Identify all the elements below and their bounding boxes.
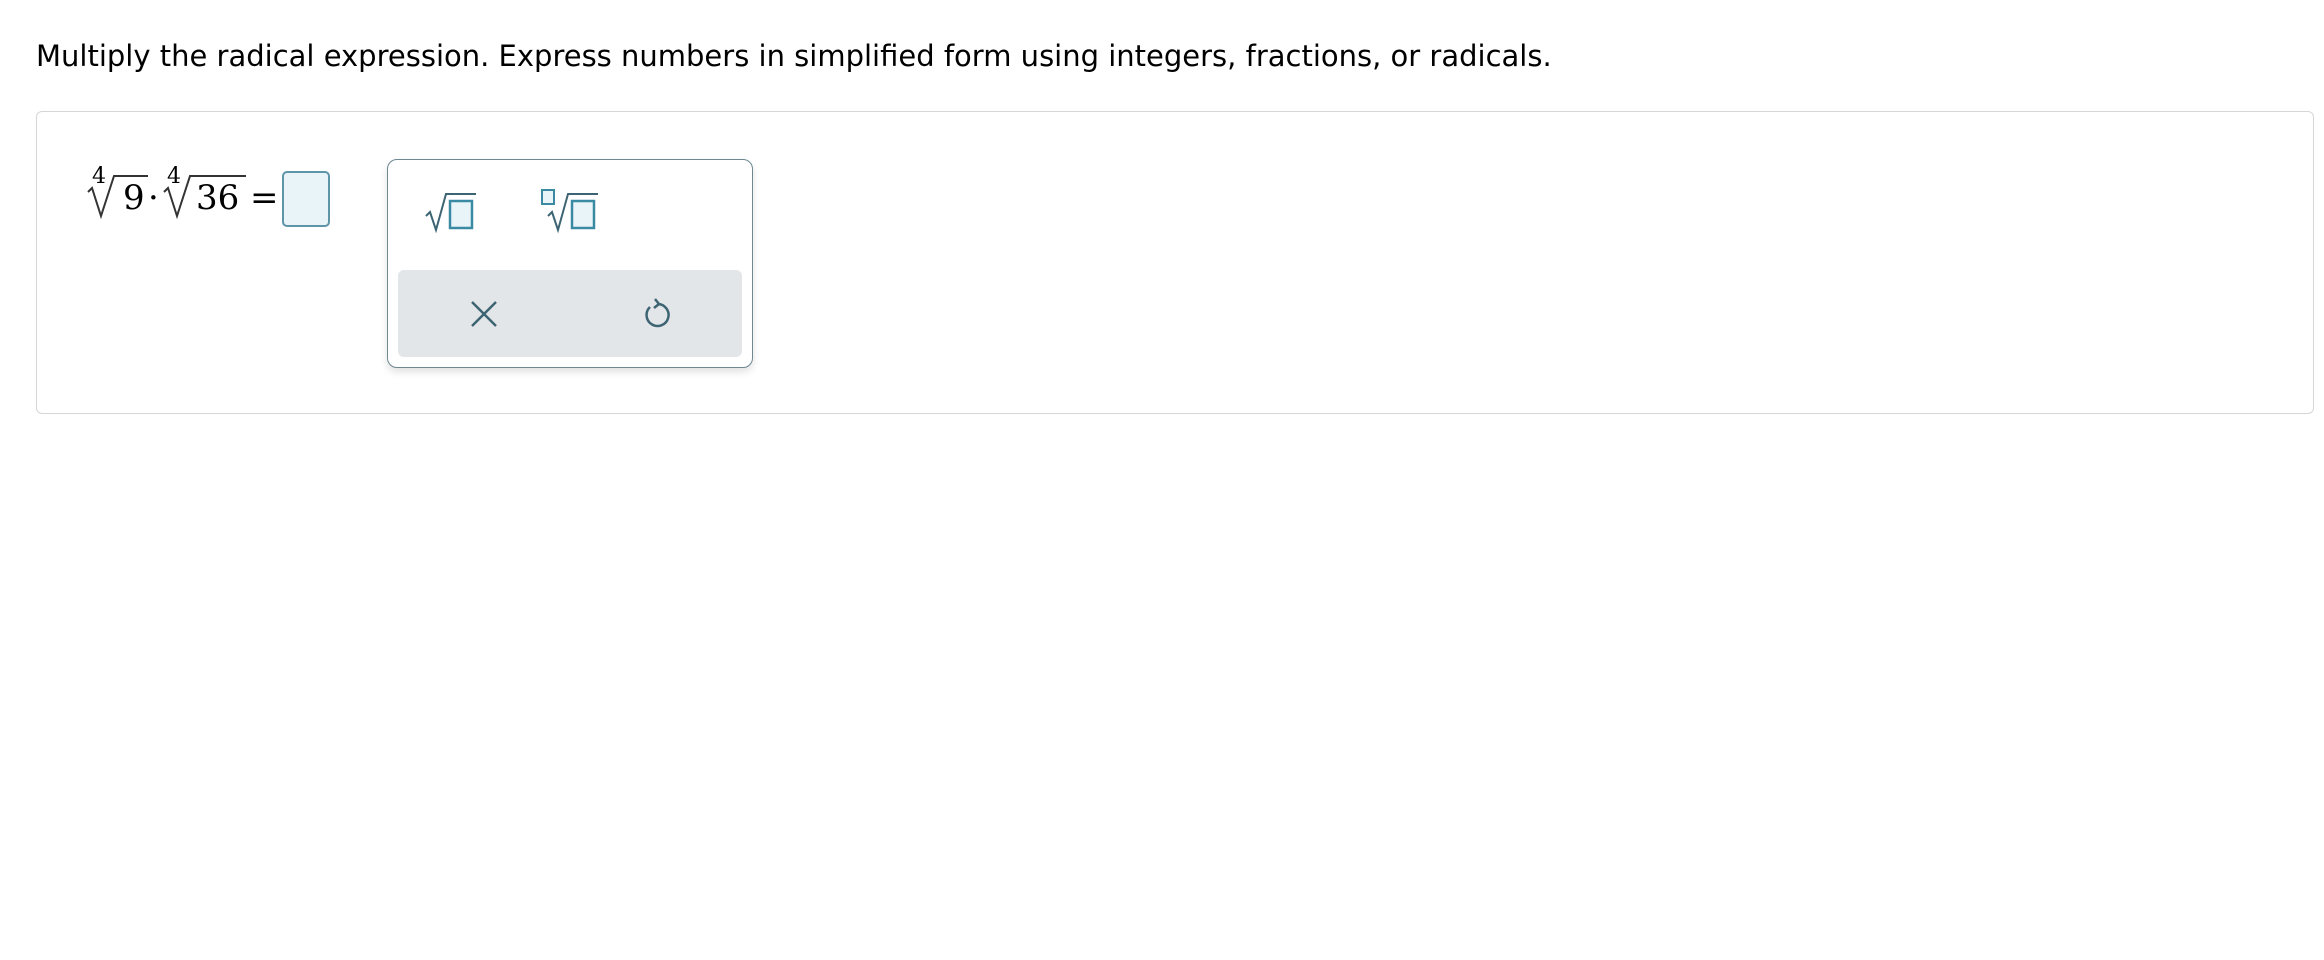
palette-action-bar xyxy=(398,270,742,357)
nth-root-button[interactable] xyxy=(540,188,600,234)
radicand-2: 36 xyxy=(196,178,240,218)
multiply-dot: · xyxy=(148,178,159,218)
square-root-icon xyxy=(425,193,476,234)
clear-button[interactable] xyxy=(398,270,570,357)
math-palette xyxy=(387,159,753,368)
equals-sign: = xyxy=(250,178,279,218)
undo-icon xyxy=(645,297,670,327)
instructions-text: Multiply the radical expression. Express… xyxy=(36,39,1552,73)
question-panel xyxy=(36,111,2314,414)
square-root-button[interactable] xyxy=(424,188,478,234)
radicand-1: 9 xyxy=(123,178,145,218)
answer-input-box[interactable] xyxy=(282,171,330,227)
undo-button[interactable] xyxy=(570,270,742,357)
nth-root-icon xyxy=(541,189,598,234)
clear-icon xyxy=(471,300,497,327)
